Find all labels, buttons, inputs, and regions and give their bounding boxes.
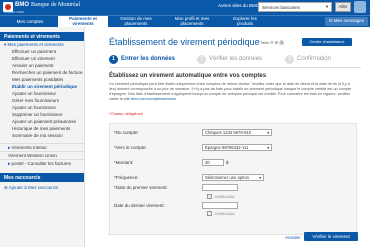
step-2: 2 Vérifier les données [197, 55, 262, 64]
help-center-button[interactable]: Centre d'assistance [302, 38, 352, 46]
first-date-label: *Date du premier virement: [114, 185, 168, 190]
description: Un virement périodique peut être établi … [109, 82, 352, 101]
sidebar-item[interactable]: Annuler un paiement [0, 62, 84, 69]
sidebar-item[interactable]: Ajouter un fournisseur [0, 104, 84, 111]
messages-button[interactable]: ✉ Mes messages [324, 17, 368, 26]
sidebar-item[interactable]: Effectuer un paiement [0, 48, 84, 55]
last-date-input[interactable] [202, 202, 238, 209]
section-subtitle: Établissez un virement automatique entre… [109, 73, 267, 79]
sidebar-section-western-union[interactable]: Virement Western Union [0, 151, 84, 159]
sidebar-header: Paiements et virements [0, 32, 84, 41]
step-1: 1 Entrer les données [109, 55, 175, 64]
frequency-select[interactable]: Sélectionner une option ▼ [202, 174, 264, 181]
step-3: 3 Confirmation [285, 55, 331, 64]
currency-symbol: $ [226, 160, 229, 165]
sidebar-item[interactable]: Sommaire de ma session [0, 132, 84, 139]
services-select[interactable]: Services bancaires ▼ [258, 2, 332, 12]
amount-input[interactable]: 20 [202, 159, 224, 166]
other-sites-label: Autres sites du BMO [218, 3, 260, 8]
frequency-label: *Fréquence: [114, 175, 139, 180]
brand-text: BMO [15, 2, 29, 8]
amount-label: *Montant: [114, 160, 134, 165]
chevron-down-icon: ▼ [258, 176, 262, 180]
chevron-down-icon: ▼ [325, 4, 329, 9]
first-date-input[interactable] [202, 184, 238, 191]
welcome-text: Ici pour vous [4, 10, 24, 14]
last-date-hint: JJ/MM/AAAA [214, 212, 235, 216]
bank-name: Banque de Montréal [31, 2, 80, 8]
sidebar-item[interactable]: Ajouter un paiement préautorisé [0, 118, 84, 125]
sidebar-item-selected[interactable]: Établir un virement périodique [0, 83, 84, 90]
main-nav: Mes comptes Paiements et virements Gesti… [0, 15, 370, 29]
page-title: Établissement de virement périodique [109, 37, 260, 47]
required-note: *Champ obligatoire [109, 111, 144, 116]
verify-transfer-button[interactable]: Vérifier le virement [304, 232, 358, 241]
calendar-icon[interactable] [207, 194, 212, 199]
sidebar-item[interactable]: Gérer mes fournisseurs [0, 97, 84, 104]
page-tools[interactable]: Taille ⊟ ⊞ 🖨 [260, 40, 284, 45]
sidebar-item[interactable]: Mes paiements postdatés [0, 76, 84, 83]
cancel-link[interactable]: Annuler [285, 235, 301, 240]
from-account-select[interactable]: Chèques 1234 5678-910 ▼ [202, 129, 272, 136]
add-shortcut-link[interactable]: ⊕ Ajouter à Mes raccourcis [0, 184, 84, 191]
sidebar: Paiements et virements ▾ Mes paiements e… [0, 27, 85, 247]
sidebar-item[interactable]: Historique de mes paiements [0, 125, 84, 132]
chevron-down-icon: ▼ [266, 131, 270, 135]
from-account-label: *Du compte: [114, 130, 139, 135]
fees-link[interactable]: bmo.com/comptesservices [131, 97, 176, 101]
sidebar-item[interactable]: Effectuer un virement [0, 55, 84, 62]
first-date-hint: JJ/MM/AAAA [214, 195, 235, 199]
sidebar-section-interac[interactable]: ▸ Virements Interac [0, 143, 84, 151]
top-bar: BMO Banque de Montréal Ici pour vous Aut… [0, 0, 370, 15]
sidebar-item[interactable]: Ajouter un fournisseur [0, 90, 84, 97]
to-account-label: *Vers le compte: [114, 145, 147, 150]
transfer-form: *Du compte: Chèques 1234 5678-910 ▼ *Vers… [109, 123, 357, 235]
progress-steps: 1 Entrer les données 2 Vérifier les donnée… [109, 54, 361, 68]
last-date-label: Date du dernier virement: [114, 203, 165, 208]
calendar-icon[interactable] [207, 211, 212, 216]
main-content: Établissement de virement périodique Tai… [95, 27, 370, 247]
sidebar-item[interactable]: Supprimer un fournisseur [0, 111, 84, 118]
to-account-select[interactable]: Épargne 98765432-111 ▼ [202, 144, 272, 151]
sidebar-group[interactable]: ▾ Mes paiements et virements [0, 41, 84, 48]
chevron-down-icon: ▼ [266, 146, 270, 150]
raccourcis-header: Mes raccourcis [0, 173, 84, 182]
sidebar-item[interactable]: Rechercher un paiement de facture [0, 69, 84, 76]
go-button[interactable]: Aller [335, 2, 351, 12]
mobile-icon[interactable] [354, 1, 366, 13]
sidebar-section-postel[interactable]: ▸ postel - Consulter les factures [0, 159, 84, 167]
